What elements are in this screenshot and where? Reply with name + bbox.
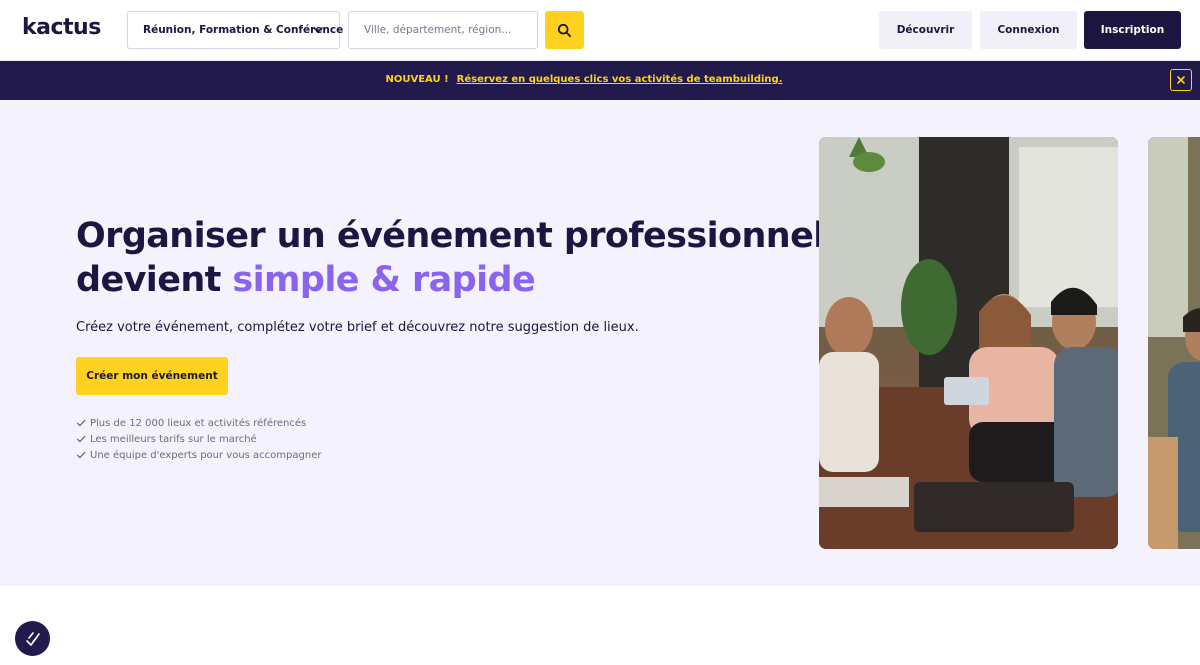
banner-badge: NOUVEAU !: [385, 74, 449, 85]
people-photo-illustration: [1148, 137, 1200, 549]
hero-photo: [819, 137, 1118, 549]
feature-text: Plus de 12 000 lieux et activités référe…: [90, 417, 307, 429]
logo[interactable]: kactus: [22, 15, 101, 40]
close-icon: [1177, 76, 1185, 84]
search-button[interactable]: [545, 11, 584, 49]
hero-title-prefix: devient: [76, 260, 233, 300]
hero-section: Organiser un événement professionnel dev…: [0, 100, 1200, 586]
banner-text: NOUVEAU ! Réservez en quelques clics vos …: [0, 74, 1168, 85]
check-icon: [76, 435, 86, 443]
create-event-button[interactable]: Créer mon événement: [76, 357, 228, 395]
search-icon: [557, 23, 572, 37]
feature-item: Les meilleurs tarifs sur le marché: [76, 431, 321, 447]
discover-button[interactable]: Découvrir: [879, 11, 972, 49]
hero-subtitle: Créez votre événement, complétez votre b…: [76, 320, 639, 335]
feature-item: Plus de 12 000 lieux et activités référe…: [76, 415, 321, 431]
feature-text: Les meilleurs tarifs sur le marché: [90, 433, 257, 445]
banner-close-button[interactable]: [1170, 69, 1192, 91]
people-photo-illustration: [819, 137, 1118, 549]
feature-item: Une équipe d'experts pour vous accompagn…: [76, 447, 321, 463]
check-icon: [76, 451, 86, 459]
hero-photo-next: [1148, 137, 1200, 549]
site-header: kactus Réunion, Formation & Conférence D…: [0, 0, 1200, 61]
banner-link[interactable]: Réservez en quelques clics vos activités…: [457, 74, 783, 85]
chat-button[interactable]: [15, 621, 50, 656]
feature-list: Plus de 12 000 lieux et activités référe…: [76, 415, 321, 463]
chevron-down-icon: [313, 27, 323, 33]
hero-title-line1: Organiser un événement professionnel: [76, 216, 825, 256]
signup-button[interactable]: Inscription: [1084, 11, 1181, 49]
event-type-select[interactable]: Réunion, Formation & Conférence: [127, 11, 343, 49]
feature-text: Une équipe d'experts pour vous accompagn…: [90, 449, 322, 461]
hero-title-accent: simple & rapide: [232, 260, 536, 300]
check-icon: [76, 419, 86, 427]
chat-icon: [25, 631, 40, 646]
hero-title-line2: devient simple & rapide: [76, 258, 825, 302]
announcement-banner: NOUVEAU ! Réservez en quelques clics vos …: [0, 61, 1200, 100]
login-button[interactable]: Connexion: [980, 11, 1077, 49]
location-input[interactable]: [348, 11, 538, 49]
hero-title: Organiser un événement professionnel dev…: [76, 214, 825, 302]
